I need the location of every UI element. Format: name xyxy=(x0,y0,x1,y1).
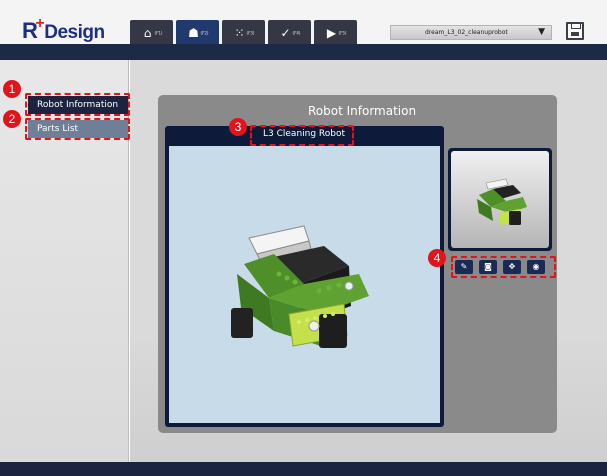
robot-thumbnail-render xyxy=(477,178,527,225)
robot-model-render xyxy=(231,225,369,348)
save-icon[interactable] xyxy=(566,22,584,40)
robot-user-icon: ☗ xyxy=(188,26,199,40)
highlight-view-tools xyxy=(451,256,556,278)
tab-robot[interactable]: ☗ (F2) xyxy=(176,20,219,46)
tab-play[interactable]: ▶ (F5) xyxy=(314,20,357,46)
robot-thumbnail[interactable] xyxy=(451,151,549,248)
check-icon: ✓ xyxy=(280,26,291,40)
callout-badge-2: 2 xyxy=(3,110,21,128)
highlight-robot-information xyxy=(25,93,130,116)
callout-badge-4: 4 xyxy=(428,249,446,267)
highlight-parts-list xyxy=(25,118,130,140)
home-icon: ⌂ xyxy=(143,26,152,40)
grid-icon: ⁙ xyxy=(234,26,245,40)
callout-badge-1: 1 xyxy=(3,80,21,98)
model-canvas[interactable] xyxy=(169,146,440,423)
chevron-down-icon: ▼ xyxy=(538,27,545,37)
app-logo: R+Design xyxy=(22,15,105,43)
tab-home[interactable]: ⌂ (F1) xyxy=(130,20,173,46)
panel-title: Robot Information xyxy=(308,104,417,118)
callout-badge-3: 3 xyxy=(229,118,247,136)
project-select[interactable]: dream_L3_02_cleanuprobot ▼ xyxy=(390,25,552,40)
tab-check[interactable]: ✓ (F4) xyxy=(268,20,311,46)
highlight-viewer-title xyxy=(250,125,354,146)
footer-bar xyxy=(0,462,607,476)
tab-parts[interactable]: ⁙ (F3) xyxy=(222,20,265,46)
project-select-value: dream_L3_02_cleanuprobot xyxy=(425,29,508,36)
play-icon: ▶ xyxy=(326,26,337,40)
nav-strip xyxy=(0,44,607,60)
